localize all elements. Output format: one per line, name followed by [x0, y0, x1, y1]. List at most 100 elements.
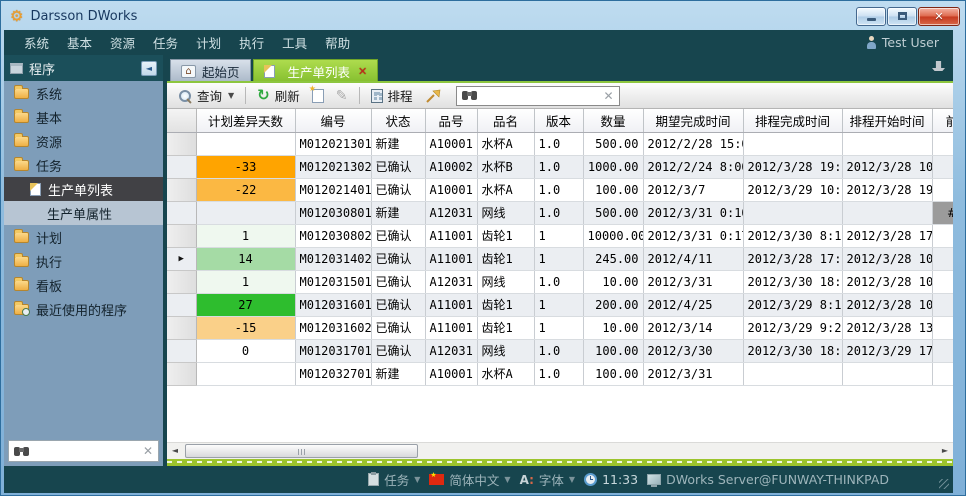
cell-expected[interactable]: 2012/4/25 — [643, 293, 743, 316]
clean-button[interactable] — [420, 87, 446, 105]
cell-status[interactable]: 已确认 — [371, 339, 425, 362]
row-header[interactable] — [167, 132, 196, 155]
cell-part_name[interactable]: 齿轮1 — [477, 316, 534, 339]
menu-item[interactable]: 任务 — [153, 33, 178, 52]
cell-extra[interactable]: # — [932, 201, 953, 224]
column-header[interactable]: 品号 — [425, 109, 477, 132]
column-header[interactable]: 前 — [932, 109, 953, 132]
tab[interactable]: ⌂起始页 — [170, 59, 251, 83]
cell-code[interactable]: M012030801 — [295, 201, 371, 224]
menu-item[interactable]: 计划 — [196, 33, 221, 52]
cell-status[interactable]: 已确认 — [371, 247, 425, 270]
cell-part_no[interactable]: A10001 — [425, 362, 477, 385]
row-header[interactable] — [167, 316, 196, 339]
cell-expected[interactable]: 2012/3/30 — [643, 339, 743, 362]
refresh-button[interactable]: ↻ 刷新 — [252, 84, 305, 107]
cell-part_no[interactable]: A12031 — [425, 201, 477, 224]
cell-code[interactable]: M012030802 — [295, 224, 371, 247]
cell-sched_end[interactable]: 2012/3/28 17:13 — [743, 247, 842, 270]
cell-diff[interactable]: 1 — [196, 270, 295, 293]
cell-part_name[interactable]: 网线 — [477, 201, 534, 224]
chevron-down-icon[interactable]: ▼ — [228, 91, 234, 100]
menu-item[interactable]: 执行 — [239, 33, 264, 52]
scroll-left-arrow-icon[interactable]: ◄ — [167, 443, 183, 459]
menu-item[interactable]: 系统 — [24, 33, 49, 52]
cell-diff[interactable] — [196, 132, 295, 155]
query-button[interactable]: 查询 ▼ — [173, 84, 239, 107]
column-header[interactable]: 数量 — [583, 109, 643, 132]
pin-icon[interactable] — [932, 61, 945, 71]
cell-version[interactable]: 1 — [534, 247, 583, 270]
sidebar-item[interactable]: 系统 — [4, 81, 163, 105]
language-menu[interactable]: 简体中文 ▼ — [429, 470, 510, 489]
cell-status[interactable]: 新建 — [371, 201, 425, 224]
row-header[interactable] — [167, 224, 196, 247]
cell-code[interactable]: M012031602 — [295, 316, 371, 339]
cell-part_name[interactable]: 齿轮1 — [477, 224, 534, 247]
cell-qty[interactable]: 500.00 — [583, 201, 643, 224]
cell-sched_end[interactable]: 2012/3/30 8:15 — [743, 224, 842, 247]
row-header[interactable] — [167, 201, 196, 224]
cell-part_no[interactable]: A11001 — [425, 316, 477, 339]
cell-sched_end[interactable] — [743, 201, 842, 224]
cell-sched_start[interactable]: 2012/3/28 10:52 — [842, 155, 932, 178]
column-header[interactable]: 状态 — [371, 109, 425, 132]
current-user[interactable]: Test User — [866, 35, 953, 50]
cell-version[interactable]: 1.0 — [534, 339, 583, 362]
cell-sched_start[interactable]: 2012/3/28 17:13 — [842, 224, 932, 247]
cell-qty[interactable]: 10.00 — [583, 316, 643, 339]
cell-code[interactable]: M012031402 — [295, 247, 371, 270]
row-header[interactable] — [167, 362, 196, 385]
cell-part_no[interactable]: A12031 — [425, 270, 477, 293]
cell-sched_start[interactable]: 2012/3/28 10:52 — [842, 270, 932, 293]
sidebar-collapse-button[interactable]: ◄ — [141, 61, 157, 76]
cell-extra[interactable] — [932, 178, 953, 201]
tab[interactable]: 生产单列表✕ — [253, 59, 379, 83]
sidebar-item[interactable]: 执行 — [4, 249, 163, 273]
cell-version[interactable]: 1.0 — [534, 178, 583, 201]
cell-part_no[interactable]: A10002 — [425, 155, 477, 178]
table-search-input[interactable] — [481, 89, 600, 103]
cell-qty[interactable]: 245.00 — [583, 247, 643, 270]
sidebar-search-clear-icon[interactable]: ✕ — [143, 445, 153, 457]
cell-sched_end[interactable]: 2012/3/29 10:20 — [743, 178, 842, 201]
column-header[interactable]: 期望完成时间 — [643, 109, 743, 132]
cell-extra[interactable] — [932, 316, 953, 339]
cell-part_name[interactable]: 水杯A — [477, 178, 534, 201]
cell-qty[interactable]: 100.00 — [583, 178, 643, 201]
row-header[interactable]: ▶ — [167, 247, 196, 270]
cell-part_name[interactable]: 齿轮1 — [477, 247, 534, 270]
cell-sched_start[interactable]: 2012/3/28 13:40 — [842, 316, 932, 339]
new-button[interactable] — [307, 87, 329, 105]
row-header[interactable] — [167, 293, 196, 316]
cell-sched_start[interactable] — [842, 362, 932, 385]
column-header[interactable]: 排程完成时间 — [743, 109, 842, 132]
cell-version[interactable]: 1 — [534, 316, 583, 339]
cell-sched_end[interactable]: 2012/3/28 19:10 — [743, 155, 842, 178]
cell-sched_end[interactable] — [743, 132, 842, 155]
cell-qty[interactable]: 10000.00 — [583, 224, 643, 247]
cell-code[interactable]: M012031601 — [295, 293, 371, 316]
menu-item[interactable]: 工具 — [282, 33, 307, 52]
sidebar-item[interactable]: 资源 — [4, 129, 163, 153]
cell-expected[interactable]: 2012/3/7 — [643, 178, 743, 201]
sidebar-item[interactable]: 最近使用的程序 — [4, 297, 163, 321]
cell-version[interactable]: 1.0 — [534, 362, 583, 385]
schedule-button[interactable]: 排程 — [366, 84, 418, 107]
cell-expected[interactable]: 2012/2/28 15:00 — [643, 132, 743, 155]
cell-part_name[interactable]: 齿轮1 — [477, 293, 534, 316]
scrollbar-thumb[interactable] — [185, 444, 418, 458]
cell-status[interactable]: 新建 — [371, 132, 425, 155]
cell-code[interactable]: M012031501 — [295, 270, 371, 293]
cell-code[interactable]: M012032701 — [295, 362, 371, 385]
cell-part_no[interactable]: A11001 — [425, 293, 477, 316]
cell-sched_end[interactable]: 2012/3/29 9:20 — [743, 316, 842, 339]
cell-version[interactable]: 1.0 — [534, 270, 583, 293]
cell-diff[interactable]: -22 — [196, 178, 295, 201]
cell-part_name[interactable]: 网线 — [477, 270, 534, 293]
sidebar-item[interactable]: 生产单列表 — [4, 177, 163, 201]
row-header[interactable] — [167, 178, 196, 201]
cell-version[interactable]: 1.0 — [534, 132, 583, 155]
row-header-column[interactable] — [167, 109, 196, 132]
cell-part_no[interactable]: A11001 — [425, 247, 477, 270]
